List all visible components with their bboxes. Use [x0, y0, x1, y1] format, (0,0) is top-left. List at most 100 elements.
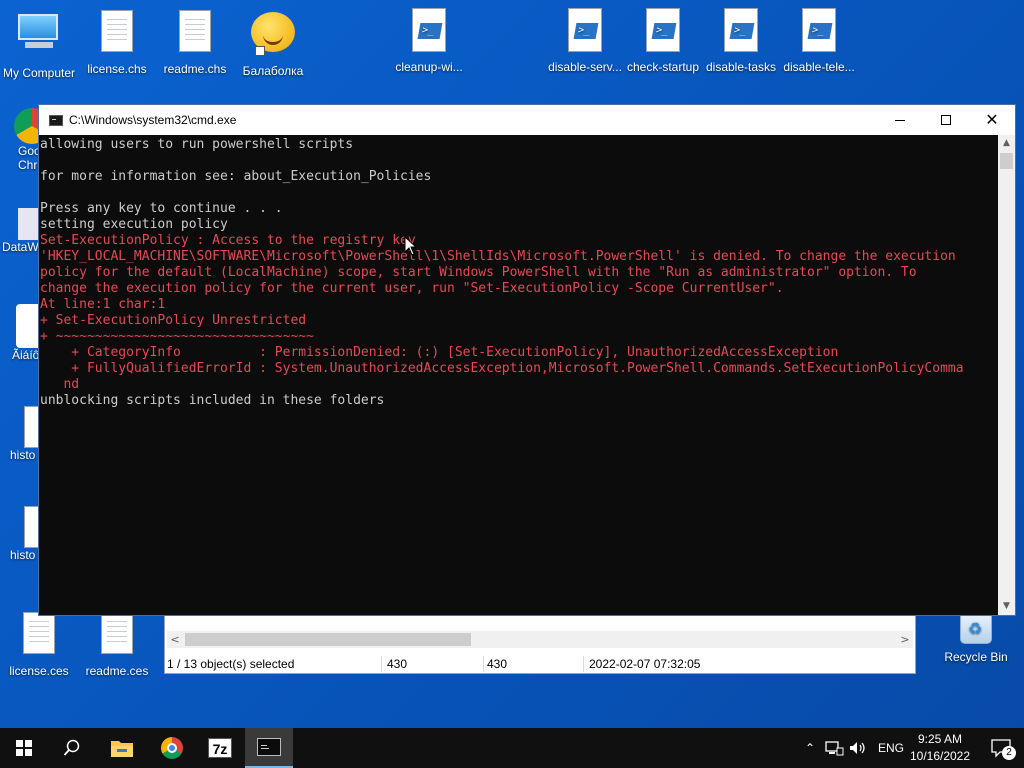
close-button[interactable]: ✕: [969, 105, 1015, 135]
scroll-up-icon[interactable]: ▲: [998, 135, 1015, 152]
maximize-icon: [941, 115, 951, 125]
console-line: 'HKEY_LOCAL_MACHINE\SOFTWARE\Microsoft\P…: [40, 249, 956, 264]
desktop-icon-disable-telemetry[interactable]: >_ disable-tele...: [780, 8, 858, 74]
notification-center-button[interactable]: 2: [990, 738, 1016, 760]
powershell-script-icon: >_: [407, 8, 451, 56]
windows-logo-icon: [16, 740, 32, 756]
desktop-icon-readme-chs[interactable]: readme.chs: [156, 8, 234, 76]
taskbar-cmd[interactable]: [245, 728, 293, 768]
powershell-script-icon: >_: [797, 8, 841, 56]
scroll-right-icon[interactable]: >: [897, 631, 913, 648]
console-line: + ~~~~~~~~~~~~~~~~~~~~~~~~~~~~~~~~~: [40, 329, 314, 344]
desktop-icon-label: license.ces: [9, 664, 69, 678]
computer-icon: [17, 14, 61, 62]
desktop-icon-label: disable-tele...: [783, 60, 855, 74]
taskbar-file-explorer[interactable]: [98, 728, 146, 768]
chrome-icon: [161, 737, 183, 759]
title-bar[interactable]: C:\Windows\system32\cmd.exe ✕: [39, 105, 1015, 135]
desktop-icon-balabolka[interactable]: Балаболка: [234, 8, 312, 78]
console-line: setting execution policy: [40, 217, 228, 232]
desktop-icon-my-computer[interactable]: My Computer: [0, 8, 78, 80]
status-size: 430: [387, 657, 408, 671]
console-line: At line:1 char:1: [40, 297, 166, 312]
cmd-icon: [49, 114, 63, 126]
desktop-icon-label: Балаболка: [242, 64, 304, 78]
file-explorer-icon: [111, 741, 133, 757]
vertical-scrollbar[interactable]: ▲ ▼: [998, 135, 1015, 615]
console-line: + FullyQualifiedErrorId : System.Unautho…: [40, 361, 964, 376]
desktop-icon-label: readme.chs: [163, 62, 227, 76]
console-line: + CategoryInfo : PermissionDenied: (:) […: [40, 345, 839, 360]
network-icon[interactable]: [824, 740, 844, 756]
minimize-button[interactable]: [877, 105, 923, 135]
console-line: nd: [40, 377, 80, 392]
status-date: 2022-02-07 07:32:05: [589, 657, 701, 671]
close-icon: ✕: [985, 110, 999, 129]
console-line: for more information see: about_Executio…: [40, 169, 432, 184]
document-icon: [173, 10, 217, 58]
desktop-icon-recycle-bin[interactable]: Recycle Bin: [938, 612, 1014, 664]
7zip-icon: 7z: [208, 738, 232, 758]
console-line: policy for the default (LocalMachine) sc…: [40, 265, 917, 280]
desktop-icon-label: Recycle Bin: [944, 650, 1008, 664]
document-icon: [17, 612, 61, 660]
document-icon: [95, 10, 139, 58]
console-line: allowing users to run powershell scripts: [40, 137, 354, 152]
desktop-icon-label: readme.ces: [85, 664, 149, 678]
desktop-icon-license-ces[interactable]: license.ces: [0, 610, 78, 678]
console-line: Set-ExecutionPolicy : Access to the regi…: [40, 233, 416, 248]
scroll-left-icon[interactable]: <: [167, 631, 183, 648]
status-size-secondary: 430: [487, 657, 508, 671]
volume-icon[interactable]: [848, 740, 868, 756]
search-button[interactable]: [48, 728, 96, 768]
mouse-cursor-icon: [404, 236, 418, 256]
desktop-icon-label: cleanup-wi...: [395, 60, 463, 74]
taskbar-7zip[interactable]: 7z: [196, 728, 244, 768]
console-line: change the execution policy for the curr…: [40, 281, 784, 296]
language-indicator[interactable]: ENG: [878, 741, 904, 755]
desktop-icon-readme-ces[interactable]: readme.ces: [78, 610, 156, 678]
desktop-icon-label: disable-serv...: [548, 60, 622, 74]
desktop-icon-label: license.chs: [87, 62, 147, 76]
chevron-up-icon[interactable]: ⌃: [800, 741, 820, 755]
system-tray: ⌃ ENG: [800, 728, 904, 768]
console-line: unblocking scripts included in these fol…: [40, 393, 385, 408]
desktop-icon-license-chs[interactable]: license.chs: [78, 8, 156, 76]
horizontal-scrollbar[interactable]: < >: [167, 631, 913, 648]
recycle-bin-icon: [960, 614, 992, 644]
document-icon: [95, 612, 139, 660]
desktop-icon-check-startup[interactable]: >_ check-startup: [624, 8, 702, 74]
notification-count-badge: 2: [1002, 746, 1016, 760]
balabolka-icon: [251, 12, 295, 60]
status-bar: 1 / 13 object(s) selected 430 430 2022-0…: [165, 653, 915, 675]
search-icon: [63, 739, 80, 756]
desktop-icon-cleanup-script[interactable]: >_ cleanup-wi...: [390, 8, 468, 74]
cmd-window: C:\Windows\system32\cmd.exe ✕ allowing u…: [38, 104, 1016, 616]
desktop-icon-label: disable-tasks: [705, 60, 777, 74]
console-output[interactable]: allowing users to run powershell scripts…: [39, 135, 999, 615]
scrollbar-thumb[interactable]: [185, 633, 471, 646]
console-line: + Set-ExecutionPolicy Unrestricted: [40, 313, 307, 328]
clock-time: 9:25 AM: [917, 732, 963, 746]
desktop-icon-disable-tasks[interactable]: >_ disable-tasks: [702, 8, 780, 74]
desktop-icon-label: My Computer: [2, 66, 76, 80]
status-selected: 1 / 13 object(s) selected: [167, 657, 295, 671]
taskbar-clock[interactable]: 9:25 AM 10/16/2022: [904, 731, 976, 765]
powershell-script-icon: >_: [641, 8, 685, 56]
scroll-down-icon[interactable]: ▼: [998, 598, 1015, 615]
window-title: C:\Windows\system32\cmd.exe: [69, 113, 237, 127]
clock-date: 10/16/2022: [909, 749, 971, 763]
start-button[interactable]: [0, 728, 48, 768]
powershell-script-icon: >_: [563, 8, 607, 56]
maximize-button[interactable]: [923, 105, 969, 135]
taskbar: 7z ⌃ ENG 9:25 AM 10/16/2022 2: [0, 728, 1024, 768]
console-line: Press any key to continue . . .: [40, 201, 283, 216]
powershell-script-icon: >_: [719, 8, 763, 56]
minimize-icon: [895, 119, 905, 121]
taskbar-chrome[interactable]: [148, 728, 196, 768]
scrollbar-thumb[interactable]: [1000, 153, 1013, 169]
cmd-icon: [257, 738, 281, 756]
desktop-icon-disable-services[interactable]: >_ disable-serv...: [546, 8, 624, 74]
